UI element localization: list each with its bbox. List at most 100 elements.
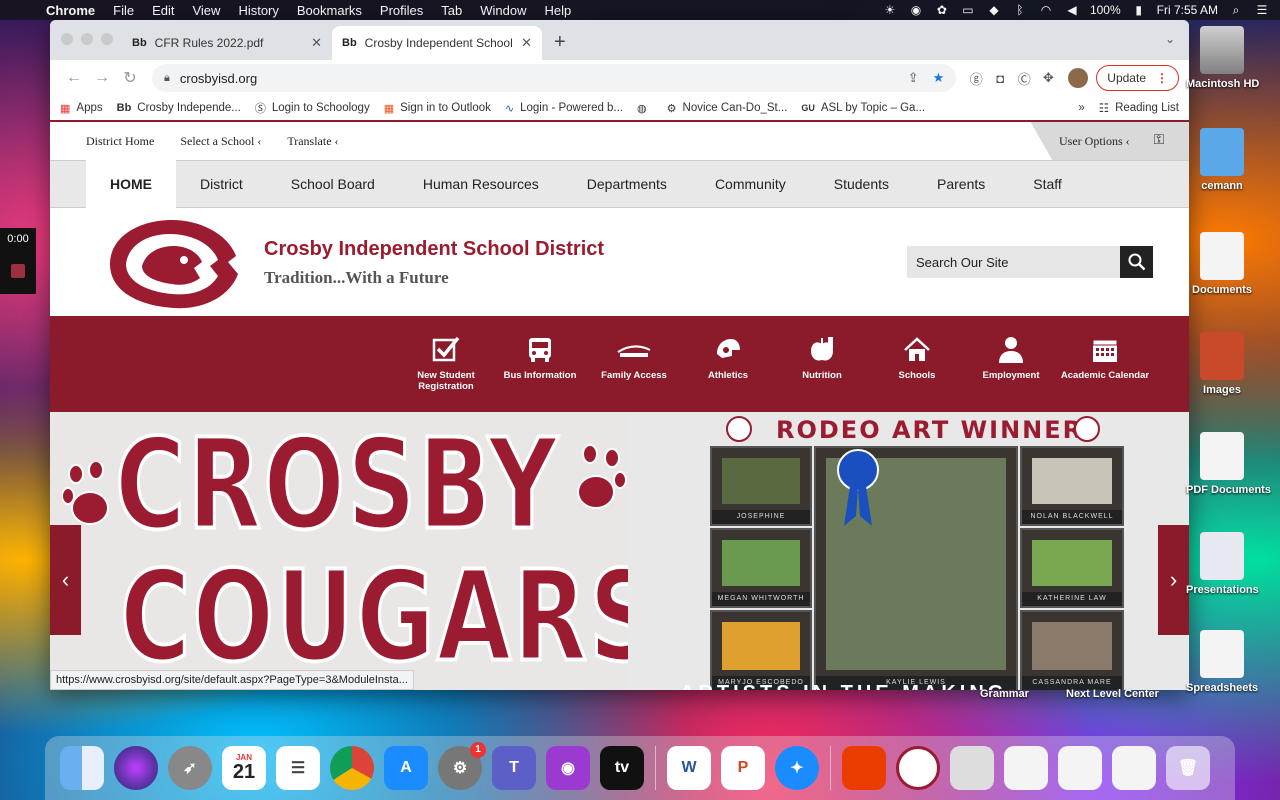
select-school-dropdown[interactable]: Select a School ‹	[180, 134, 261, 149]
teams-icon[interactable]: T	[492, 746, 536, 790]
nav-district[interactable]: District	[176, 160, 267, 208]
clock[interactable]: Fri 7:55 AM	[1157, 3, 1218, 17]
back-arrow-icon[interactable]: ←	[60, 69, 88, 87]
bookmark-novice[interactable]: ⚙ Novice Can-Do_St...	[667, 102, 788, 115]
menu-view[interactable]: View	[192, 3, 220, 18]
update-button[interactable]: Update ⋮	[1096, 65, 1179, 91]
nav-community[interactable]: Community	[691, 160, 810, 208]
word-icon[interactable]: W	[667, 746, 711, 790]
bookmark-globe[interactable]: ◍	[637, 102, 653, 115]
site-title[interactable]: Crosby Independent School District	[264, 238, 604, 261]
dropbox-icon[interactable]: ◆	[986, 3, 1002, 17]
desktop-icon-presentations[interactable]: Presentations	[1186, 532, 1259, 596]
hero-slideshow[interactable]: CROSBY COUGARS RODEO ART WINNERS JOSEPHI…	[50, 412, 1189, 690]
quicklink-bus-information[interactable]: Bus Information	[495, 336, 585, 381]
profile-avatar[interactable]	[1068, 68, 1089, 88]
desktop-icon-next-level-center[interactable]: Next Level Center	[1066, 688, 1159, 700]
reminders-icon[interactable]: ☰	[276, 746, 320, 790]
minimize-window-button[interactable]	[81, 33, 93, 45]
desktop-icon-spreadsheets[interactable]: Spreadsheets	[1186, 630, 1258, 694]
menu-bookmarks[interactable]: Bookmarks	[297, 3, 362, 18]
url-text[interactable]: crosbyisd.org	[180, 71, 257, 86]
screen-mirror-icon[interactable]: ▭	[960, 3, 976, 17]
reading-list[interactable]: ☷ Reading List	[1099, 101, 1179, 115]
crosby-isd-seal-icon[interactable]	[896, 746, 940, 790]
desktop-icon-macintosh-hd[interactable]: Macintosh HD	[1186, 26, 1259, 90]
stop-recording-button[interactable]	[11, 264, 25, 278]
spotlight-search-icon[interactable]: ⌕	[1228, 3, 1244, 18]
siri-icon[interactable]	[114, 746, 158, 790]
trash-icon[interactable]: 🗑︎	[1166, 746, 1210, 790]
site-search-input[interactable]	[907, 246, 1120, 278]
bookmark-schoology[interactable]: Ⓢ Login to Schoology	[255, 100, 370, 116]
slide-next-button[interactable]: ›	[1158, 525, 1189, 635]
close-window-button[interactable]	[61, 33, 73, 45]
new-tab-plus-icon[interactable]: +	[554, 31, 566, 54]
quicklink-schools[interactable]: Schools	[872, 336, 962, 381]
apple-tv-icon[interactable]: tv	[600, 746, 644, 790]
desktop-icon-images[interactable]: Images	[1186, 332, 1258, 396]
bookmark-login-powered[interactable]: ∿ Login - Powered b...	[505, 102, 623, 115]
notification-center-icon[interactable]: ☰	[1254, 3, 1270, 17]
desktop-icon-grammar[interactable]: Grammar	[980, 688, 1029, 700]
quicklink-athletics[interactable]: Athletics	[683, 336, 773, 381]
bookmark-star-icon[interactable]: ★	[933, 70, 945, 86]
bookmark-asl[interactable]: GU ASL by Topic – Ga...	[801, 102, 925, 114]
menu-profiles[interactable]: Profiles	[380, 3, 423, 18]
quicklink-nutrition[interactable]: Nutrition	[777, 336, 867, 381]
quicklink-employment[interactable]: Employment	[966, 336, 1056, 381]
finder-icon[interactable]	[60, 746, 104, 790]
bookmark-apps[interactable]: ▦ Apps	[60, 102, 103, 115]
close-tab-icon[interactable]: ✕	[311, 35, 322, 51]
accessibility-icon[interactable]: ◉	[908, 3, 924, 17]
menu-file[interactable]: File	[113, 3, 134, 18]
translate-extension-icon[interactable]: ⓖ	[964, 69, 988, 88]
zoom-window-button[interactable]	[101, 33, 113, 45]
menu-window[interactable]: Window	[480, 3, 526, 18]
nav-students[interactable]: Students	[810, 160, 913, 208]
brightness-icon[interactable]: ☀	[882, 3, 898, 17]
desktop-icon-documents[interactable]: Documents	[1186, 232, 1258, 296]
window-thumbnail-icon[interactable]	[1112, 746, 1156, 790]
c-extension-icon[interactable]: Ⓒ	[1012, 69, 1036, 88]
bookmark-outlook[interactable]: ▦ Sign in to Outlook	[384, 102, 491, 115]
window-thumbnail-icon[interactable]	[950, 746, 994, 790]
user-options-dropdown[interactable]: User Options ‹ ⚿	[1030, 122, 1189, 160]
address-bar[interactable]: 🔒︎ crosbyisd.org ⇪ ★	[152, 64, 957, 92]
desktop-icon-cemann[interactable]: cemann	[1186, 128, 1258, 192]
battery-percent[interactable]: 100%	[1090, 3, 1121, 17]
lock-icon[interactable]: 🔒︎	[164, 72, 170, 85]
menu-help[interactable]: Help	[545, 3, 572, 18]
battery-icon[interactable]: ▮	[1131, 3, 1147, 17]
app-store-icon[interactable]: A	[384, 746, 428, 790]
office-icon[interactable]	[842, 746, 886, 790]
extension-status-icon[interactable]: ✿	[934, 3, 950, 17]
menu-edit[interactable]: Edit	[152, 3, 174, 18]
grammar-extension-icon[interactable]: ◘	[988, 71, 1012, 86]
powerpoint-icon[interactable]: P	[721, 746, 765, 790]
desktop-icon-pdf-documents[interactable]: PDF Documents	[1186, 432, 1271, 496]
nav-home[interactable]: HOME	[86, 160, 176, 208]
quicklink-academic-calendar[interactable]: Academic Calendar	[1060, 336, 1150, 381]
forward-arrow-icon[interactable]: →	[88, 69, 116, 87]
nav-departments[interactable]: Departments	[563, 160, 691, 208]
search-button[interactable]	[1120, 246, 1153, 278]
close-tab-icon[interactable]: ✕	[521, 35, 532, 51]
nav-parents[interactable]: Parents	[913, 160, 1009, 208]
window-thumbnail-icon[interactable]	[1058, 746, 1102, 790]
quicklink-new-student-registration[interactable]: New Student Registration	[401, 336, 491, 392]
menu-tab[interactable]: Tab	[441, 3, 462, 18]
volume-icon[interactable]: ◀	[1064, 3, 1080, 17]
menu-history[interactable]: History	[238, 3, 278, 18]
bookmarks-overflow-icon[interactable]: »	[1078, 102, 1084, 114]
district-home-link[interactable]: District Home	[86, 134, 154, 149]
window-thumbnail-icon[interactable]	[1004, 746, 1048, 790]
slide-prev-button[interactable]: ‹	[50, 525, 81, 635]
share-icon[interactable]: ⇪	[908, 70, 919, 86]
nav-staff[interactable]: Staff	[1009, 160, 1086, 208]
reload-icon[interactable]: ↻	[116, 68, 144, 88]
tab-crosby-isd[interactable]: Bb Crosby Independent School Di ✕	[332, 26, 542, 60]
bookmark-crosby[interactable]: Bb Crosby Independe...	[117, 102, 241, 114]
tab-cfr-rules[interactable]: Bb CFR Rules 2022.pdf ✕	[122, 26, 332, 60]
quicklink-family-access[interactable]: Family Access	[589, 336, 679, 381]
